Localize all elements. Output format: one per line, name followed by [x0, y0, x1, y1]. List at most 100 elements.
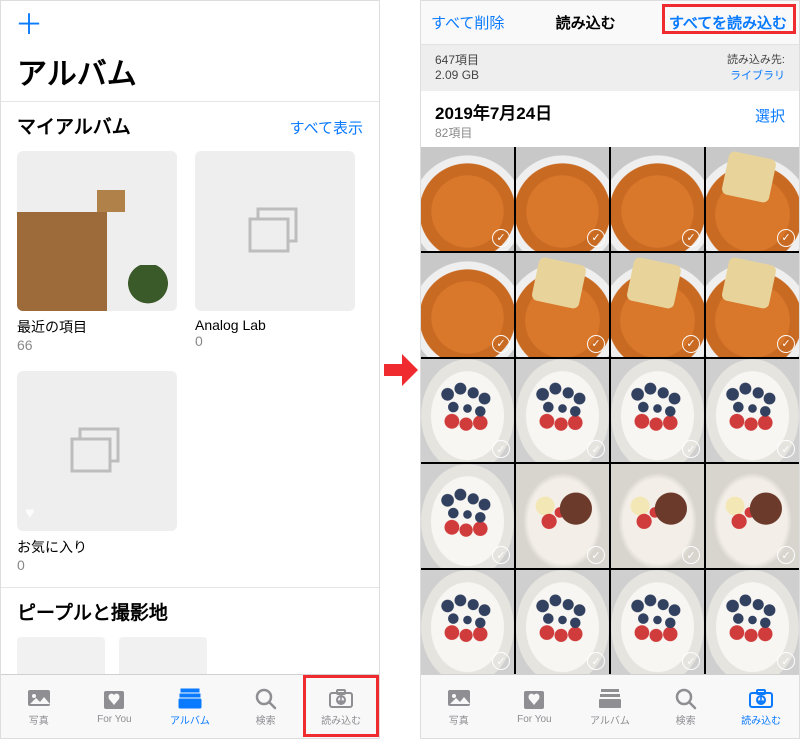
- import-photo-grid: ✓ ✓ ✓ ✓ ✓ ✓ ✓ ✓ ✓ ✓ ✓ ✓ ✓ ✓ ✓ ✓ ✓ ✓ ✓ ✓: [421, 147, 799, 674]
- album-count: 0: [17, 557, 177, 573]
- photo-cell[interactable]: ✓: [421, 147, 514, 251]
- import-all-button[interactable]: すべてを読み込む: [667, 10, 789, 35]
- photo-cell[interactable]: ✓: [421, 464, 514, 568]
- check-circle-icon: ✓: [682, 440, 700, 458]
- tab-albums[interactable]: アルバム: [572, 675, 648, 738]
- section-count: 82項目: [435, 124, 552, 141]
- photo-cell[interactable]: ✓: [611, 253, 704, 357]
- check-circle-icon: ✓: [492, 546, 510, 564]
- tab-for-you[interactable]: For You: [77, 675, 153, 738]
- photo-cell[interactable]: ✓: [516, 570, 609, 674]
- section-date: 2019年7月24日: [435, 99, 552, 124]
- check-circle-icon: ✓: [492, 229, 510, 247]
- photo-cell[interactable]: ✓: [516, 464, 609, 568]
- check-circle-icon: ✓: [777, 229, 795, 247]
- tab-label: 写真: [449, 712, 469, 727]
- check-circle-icon: ✓: [777, 546, 795, 564]
- tab-label: 検索: [256, 712, 276, 727]
- album-thumb-recent: [17, 151, 177, 311]
- tab-label: For You: [97, 714, 131, 725]
- check-circle-icon: ✓: [777, 652, 795, 670]
- check-circle-icon: ✓: [492, 652, 510, 670]
- show-all-link[interactable]: すべて表示: [290, 117, 363, 138]
- tab-bar: 写真 For You アルバム 検索 読み込む: [421, 674, 799, 738]
- import-section-header: 2019年7月24日 82項目 選択: [421, 91, 799, 147]
- people-places-heading: ピープルと撮影地: [17, 598, 168, 625]
- photo-cell[interactable]: ✓: [516, 253, 609, 357]
- photo-cell[interactable]: ✓: [706, 147, 799, 251]
- photo-cell[interactable]: ✓: [706, 359, 799, 463]
- add-album-button[interactable]: ＋: [15, 11, 43, 39]
- tab-import[interactable]: 読み込む: [723, 675, 799, 738]
- check-circle-icon: ✓: [777, 440, 795, 458]
- people-cell[interactable]: [17, 637, 105, 674]
- check-circle-icon: ✓: [492, 335, 510, 353]
- check-circle-icon: ✓: [682, 652, 700, 670]
- tab-label: 読み込む: [741, 712, 781, 727]
- photo-stack-icon: [17, 371, 177, 531]
- heart-icon: ♥: [25, 505, 35, 523]
- tab-label: 読み込む: [321, 712, 361, 727]
- meta-size: 2.09 GB: [435, 68, 479, 82]
- tab-label: For You: [517, 714, 551, 725]
- arrow-icon: [384, 350, 418, 390]
- my-albums-header: マイアルバム すべて表示: [1, 101, 379, 145]
- tab-label: アルバム: [170, 712, 210, 727]
- check-circle-icon: ✓: [682, 229, 700, 247]
- import-top-bar: すべて削除 読み込む すべてを読み込む: [421, 1, 799, 45]
- album-thumb-favorites: ♥: [17, 371, 177, 531]
- albums-screen: ＋ アルバム マイアルバム すべて表示 最近の項目 66: [0, 0, 380, 739]
- album-name: Analog Lab: [195, 317, 355, 333]
- import-screen: すべて削除 読み込む すべてを読み込む 647項目 2.09 GB 読み込み先:…: [420, 0, 800, 739]
- photo-cell[interactable]: ✓: [706, 570, 799, 674]
- check-circle-icon: ✓: [682, 335, 700, 353]
- meta-item-count: 647項目: [435, 51, 479, 68]
- photo-cell[interactable]: ✓: [421, 359, 514, 463]
- tab-search[interactable]: 検索: [228, 675, 304, 738]
- import-meta: 647項目 2.09 GB 読み込み先: ライブラリ: [421, 45, 799, 91]
- photo-cell[interactable]: ✓: [516, 147, 609, 251]
- my-albums-heading: マイアルバム: [17, 112, 131, 139]
- tab-photos[interactable]: 写真: [1, 675, 77, 738]
- tab-search[interactable]: 検索: [648, 675, 724, 738]
- delete-all-button[interactable]: すべて削除: [431, 12, 504, 33]
- album-count: 0: [195, 333, 355, 349]
- photo-cell[interactable]: ✓: [611, 570, 704, 674]
- tab-label: 検索: [676, 712, 696, 727]
- meta-dest-label: 読み込み先:: [727, 51, 785, 67]
- tab-bar: 写真 For You アルバム 検索 読み込む: [1, 674, 379, 738]
- tab-label: アルバム: [590, 712, 630, 727]
- photo-cell[interactable]: ✓: [611, 147, 704, 251]
- album-thumb-empty: [195, 151, 355, 311]
- photo-cell[interactable]: ✓: [421, 570, 514, 674]
- photo-cell[interactable]: ✓: [706, 253, 799, 357]
- photo-cell[interactable]: ✓: [516, 359, 609, 463]
- tab-for-you[interactable]: For You: [497, 675, 573, 738]
- meta-dest-value[interactable]: ライブラリ: [727, 67, 785, 83]
- page-title: アルバム: [1, 49, 379, 101]
- tab-photos[interactable]: 写真: [421, 675, 497, 738]
- check-circle-icon: ✓: [682, 546, 700, 564]
- tab-import[interactable]: 読み込む: [303, 675, 379, 738]
- check-circle-icon: ✓: [587, 229, 605, 247]
- photo-cell[interactable]: ✓: [611, 464, 704, 568]
- check-circle-icon: ✓: [587, 652, 605, 670]
- check-circle-icon: ✓: [777, 335, 795, 353]
- album-name: 最近の項目: [17, 317, 177, 337]
- photo-cell[interactable]: ✓: [421, 253, 514, 357]
- select-button[interactable]: 選択: [755, 105, 785, 126]
- album-name: お気に入り: [17, 537, 177, 557]
- places-cell[interactable]: [119, 637, 207, 674]
- people-places-header: ピープルと撮影地: [1, 587, 379, 631]
- check-circle-icon: ✓: [587, 335, 605, 353]
- album-analog-lab[interactable]: Analog Lab 0: [195, 151, 355, 353]
- album-recent[interactable]: 最近の項目 66: [17, 151, 177, 353]
- album-favorites[interactable]: ♥ お気に入り 0: [17, 371, 177, 573]
- album-count: 66: [17, 337, 177, 353]
- check-circle-icon: ✓: [587, 440, 605, 458]
- tab-albums[interactable]: アルバム: [152, 675, 228, 738]
- check-circle-icon: ✓: [492, 440, 510, 458]
- photo-cell[interactable]: ✓: [611, 359, 704, 463]
- photo-cell[interactable]: ✓: [706, 464, 799, 568]
- check-circle-icon: ✓: [587, 546, 605, 564]
